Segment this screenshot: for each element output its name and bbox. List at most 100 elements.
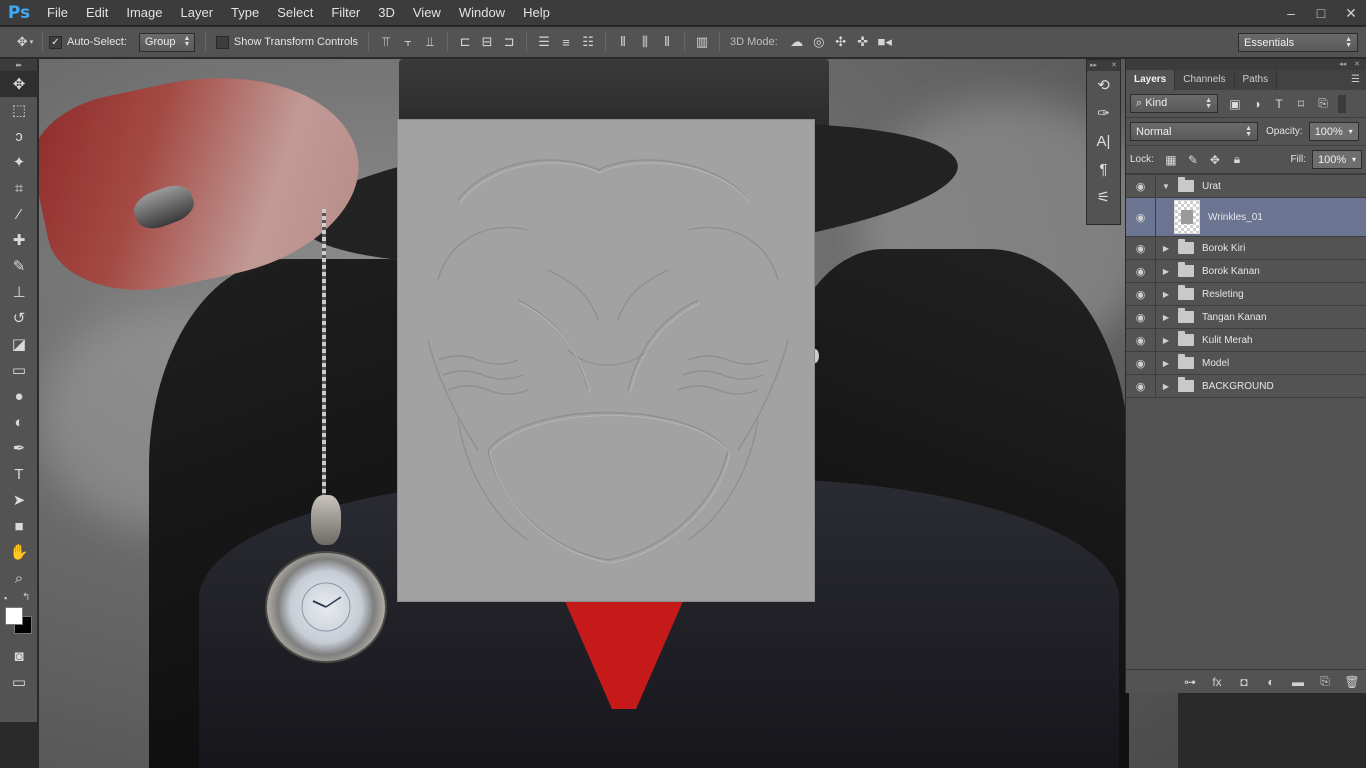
distribute-bottom-icon[interactable]: ☷	[577, 31, 599, 53]
3d-drag-icon[interactable]: ✣	[830, 31, 852, 53]
brush-presets-icon[interactable]: ✑	[1087, 99, 1120, 127]
delete-layer-icon[interactable]: 🗑︎	[1343, 675, 1361, 689]
visibility-eye-icon[interactable]: ◉	[1126, 174, 1156, 198]
visibility-eye-icon[interactable]: ◉	[1126, 351, 1156, 375]
auto-select-checkbox[interactable]: ✓	[49, 35, 62, 49]
distribute-left-icon[interactable]: ⦀	[612, 31, 634, 53]
visibility-eye-icon[interactable]: ◉	[1126, 259, 1156, 283]
panel-menu-icon[interactable]: ☰	[1351, 74, 1360, 85]
visibility-eye-icon[interactable]: ◉	[1126, 236, 1156, 260]
layer-row[interactable]: ◉ ▶ BACKGROUND	[1126, 374, 1366, 398]
layer-row[interactable]: ◉ ▶ Borok Kanan	[1126, 259, 1366, 283]
paragraph-icon[interactable]: ¶	[1087, 155, 1120, 183]
lock-transparent-icon[interactable]: ▦	[1160, 150, 1182, 170]
dock-header[interactable]: ▸▸ ✕	[1087, 60, 1120, 71]
disclosure-collapsed-icon[interactable]: ▶	[1160, 290, 1172, 299]
menu-item-window[interactable]: Window	[450, 0, 514, 26]
screen-mode-icon[interactable]: ▭	[0, 669, 38, 695]
visibility-eye-icon[interactable]: ◉	[1126, 197, 1156, 237]
layer-filter-dropdown[interactable]: ⌕ Kind ▲ ▼	[1130, 94, 1218, 113]
wrinkles-layer-preview[interactable]	[398, 120, 814, 601]
healing-brush-tool-icon[interactable]: ✚	[0, 227, 38, 253]
menu-item-view[interactable]: View	[404, 0, 450, 26]
path-selection-tool-icon[interactable]: ➤	[0, 487, 38, 513]
align-vcenter-icon[interactable]: ⫟	[397, 31, 419, 53]
auto-align-icon[interactable]: ▥	[691, 31, 713, 53]
eyedropper-tool-icon[interactable]: ⁄	[0, 201, 38, 227]
visibility-eye-icon[interactable]: ◉	[1126, 282, 1156, 306]
layer-row[interactable]: ◉ ▶ Kulit Merah	[1126, 328, 1366, 352]
menu-item-layer[interactable]: Layer	[172, 0, 223, 26]
clone-stamp-tool-icon[interactable]: ⊥	[0, 279, 38, 305]
filter-toggle[interactable]	[1338, 94, 1346, 113]
disclosure-expanded-icon[interactable]: ▼	[1160, 182, 1172, 191]
crop-tool-icon[interactable]: ⌗	[0, 175, 38, 201]
disclosure-collapsed-icon[interactable]: ▶	[1160, 336, 1172, 345]
distribute-right-icon[interactable]: ⫴	[656, 31, 678, 53]
distribute-hcenter-icon[interactable]: ⫼	[634, 31, 656, 53]
3d-roll-icon[interactable]: ◎	[808, 31, 830, 53]
dodge-tool-icon[interactable]: ◐	[0, 409, 38, 435]
pen-tool-icon[interactable]: ✒	[0, 435, 38, 461]
hand-tool-icon[interactable]: ✋	[0, 539, 38, 565]
minimize-button[interactable]: –	[1276, 0, 1306, 26]
disclosure-collapsed-icon[interactable]: ▶	[1160, 313, 1172, 322]
layer-style-icon[interactable]: fx	[1208, 675, 1226, 689]
new-adjustment-icon[interactable]: ◐	[1262, 675, 1280, 689]
filter-pixel-icon[interactable]: ▣	[1224, 94, 1246, 114]
show-transform-checkbox[interactable]	[215, 35, 229, 49]
history-brush-tool-icon[interactable]: ↺	[0, 305, 38, 331]
link-layers-icon[interactable]: ⊶	[1181, 675, 1199, 689]
tab-paths[interactable]: Paths	[1235, 70, 1278, 90]
3d-slide-icon[interactable]: ✜	[852, 31, 874, 53]
menu-item-3d[interactable]: 3D	[369, 0, 404, 26]
layer-row[interactable]: ◉ ▶ Model	[1126, 351, 1366, 375]
menu-item-image[interactable]: Image	[117, 0, 171, 26]
tab-channels[interactable]: Channels	[1175, 70, 1235, 90]
lock-position-icon[interactable]: ✥	[1204, 150, 1226, 170]
align-right-icon[interactable]: ⊐	[498, 31, 520, 53]
eraser-tool-icon[interactable]: ◪	[0, 331, 38, 357]
new-group-icon[interactable]: ▬	[1289, 675, 1307, 689]
lock-image-icon[interactable]: ✎	[1182, 150, 1204, 170]
add-mask-icon[interactable]: ◘	[1235, 675, 1253, 689]
menu-item-type[interactable]: Type	[222, 0, 268, 26]
swap-colors-icon[interactable]: ↰	[22, 592, 30, 603]
distribute-vcenter-icon[interactable]: ≡	[555, 31, 577, 53]
quick-mask-icon[interactable]: ◙	[0, 643, 38, 669]
align-top-icon[interactable]: ⫪	[375, 31, 397, 53]
opacity-field[interactable]: 100% ▾	[1308, 122, 1359, 141]
layer-row[interactable]: ◉ ▶ Tangan Kanan	[1126, 305, 1366, 329]
layer-row[interactable]: ◉ ▶ Borok Kiri	[1126, 236, 1366, 260]
tab-layers[interactable]: Layers	[1126, 70, 1176, 90]
move-tool-icon[interactable]: ✥	[0, 71, 38, 97]
3d-rotate-icon[interactable]: ☁	[786, 31, 808, 53]
distribute-top-icon[interactable]: ☰	[533, 31, 555, 53]
type-tool-icon[interactable]: T	[0, 461, 38, 487]
filter-type-icon[interactable]: T	[1268, 94, 1290, 114]
lasso-tool-icon[interactable]: ↄ	[0, 123, 38, 149]
fill-field[interactable]: 100% ▾	[1312, 150, 1362, 169]
history-icon[interactable]: ⟲	[1087, 71, 1120, 99]
auto-select-target-dropdown[interactable]: Group ▲ ▼	[138, 32, 195, 52]
maximize-button[interactable]: □	[1306, 0, 1336, 26]
move-tool-preset-icon[interactable]: ✥ ▾	[14, 31, 36, 53]
panel-collapse-icon[interactable]: ▸▸	[0, 59, 37, 71]
marquee-tool-icon[interactable]: ⬚	[0, 97, 38, 123]
zoom-tool-icon[interactable]: ⌕	[0, 565, 38, 591]
shape-tool-icon[interactable]: ■	[0, 513, 38, 539]
visibility-eye-icon[interactable]: ◉	[1126, 305, 1156, 329]
menu-item-help[interactable]: Help	[514, 0, 559, 26]
layer-row[interactable]: ◉ Wrinkles_01	[1126, 197, 1366, 237]
menu-item-filter[interactable]: Filter	[322, 0, 369, 26]
filter-shape-icon[interactable]: ⌑	[1290, 94, 1312, 114]
default-colors-icon[interactable]: ▪	[4, 593, 7, 603]
layer-row[interactable]: ◉ ▶ Resleting	[1126, 282, 1366, 306]
layer-row[interactable]: ◉ ▼ Urat	[1126, 174, 1366, 198]
align-left-icon[interactable]: ⊏	[454, 31, 476, 53]
brush-tool-icon[interactable]: ✎	[0, 253, 38, 279]
close-button[interactable]: ✕	[1336, 0, 1366, 26]
character-icon[interactable]: A|	[1087, 127, 1120, 155]
blur-tool-icon[interactable]: ●	[0, 383, 38, 409]
visibility-eye-icon[interactable]: ◉	[1126, 328, 1156, 352]
